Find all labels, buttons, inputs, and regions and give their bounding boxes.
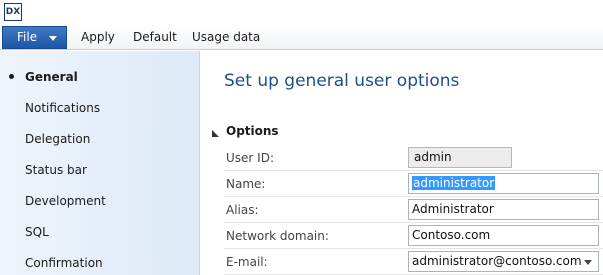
name-value: administrator	[412, 176, 496, 190]
email-field[interactable]: administrator@contoso.com	[408, 251, 599, 272]
sidebar-item-sql[interactable]: SQL	[25, 222, 195, 242]
file-menu-button[interactable]: File	[2, 26, 67, 49]
file-menu-label: File	[17, 30, 38, 44]
app-logo-icon: DX	[4, 3, 22, 21]
email-value: administrator@contoso.com	[412, 254, 582, 268]
chevron-down-icon[interactable]	[584, 260, 592, 265]
apply-button[interactable]: Apply	[81, 25, 115, 50]
sidebar-item-confirmation[interactable]: Confirmation	[25, 253, 195, 273]
user-id-field: admin	[408, 147, 512, 168]
chevron-down-icon	[49, 36, 57, 41]
form-row-user-id: User ID: admin	[224, 145, 603, 171]
form-row-alias: Alias: Administrator	[224, 197, 603, 223]
form-row-network-domain: Network domain: Contoso.com	[224, 223, 603, 249]
section-title-options[interactable]: Options	[226, 124, 279, 138]
name-label: Name:	[226, 177, 266, 191]
form-row-name: Name: administrator	[224, 171, 603, 197]
usage-data-button[interactable]: Usage data	[192, 25, 260, 50]
network-domain-label: Network domain:	[226, 229, 329, 243]
sidebar-item-development[interactable]: Development	[25, 191, 195, 211]
menu-bar: File Apply Default Usage data	[0, 25, 603, 50]
collapse-triangle-icon[interactable]	[212, 130, 219, 137]
page-title: Set up general user options	[224, 71, 460, 91]
default-button[interactable]: Default	[133, 25, 177, 50]
alias-label: Alias:	[226, 203, 259, 217]
form-row-email: E-mail: administrator@contoso.com	[224, 249, 603, 275]
sidebar-item-general[interactable]: General	[25, 67, 195, 87]
network-domain-field[interactable]: Contoso.com	[408, 225, 599, 246]
alias-field[interactable]: Administrator	[408, 199, 599, 220]
active-bullet-icon	[9, 74, 14, 79]
title-bar: DX	[0, 0, 603, 25]
email-label: E-mail:	[226, 255, 268, 269]
sidebar-nav: General Notifications Delegation Status …	[0, 51, 200, 275]
user-id-label: User ID:	[226, 151, 274, 165]
sidebar-item-status-bar[interactable]: Status bar	[25, 160, 195, 180]
name-field[interactable]: administrator	[408, 173, 599, 194]
sidebar-item-notifications[interactable]: Notifications	[25, 98, 195, 118]
sidebar-item-delegation[interactable]: Delegation	[25, 129, 195, 149]
